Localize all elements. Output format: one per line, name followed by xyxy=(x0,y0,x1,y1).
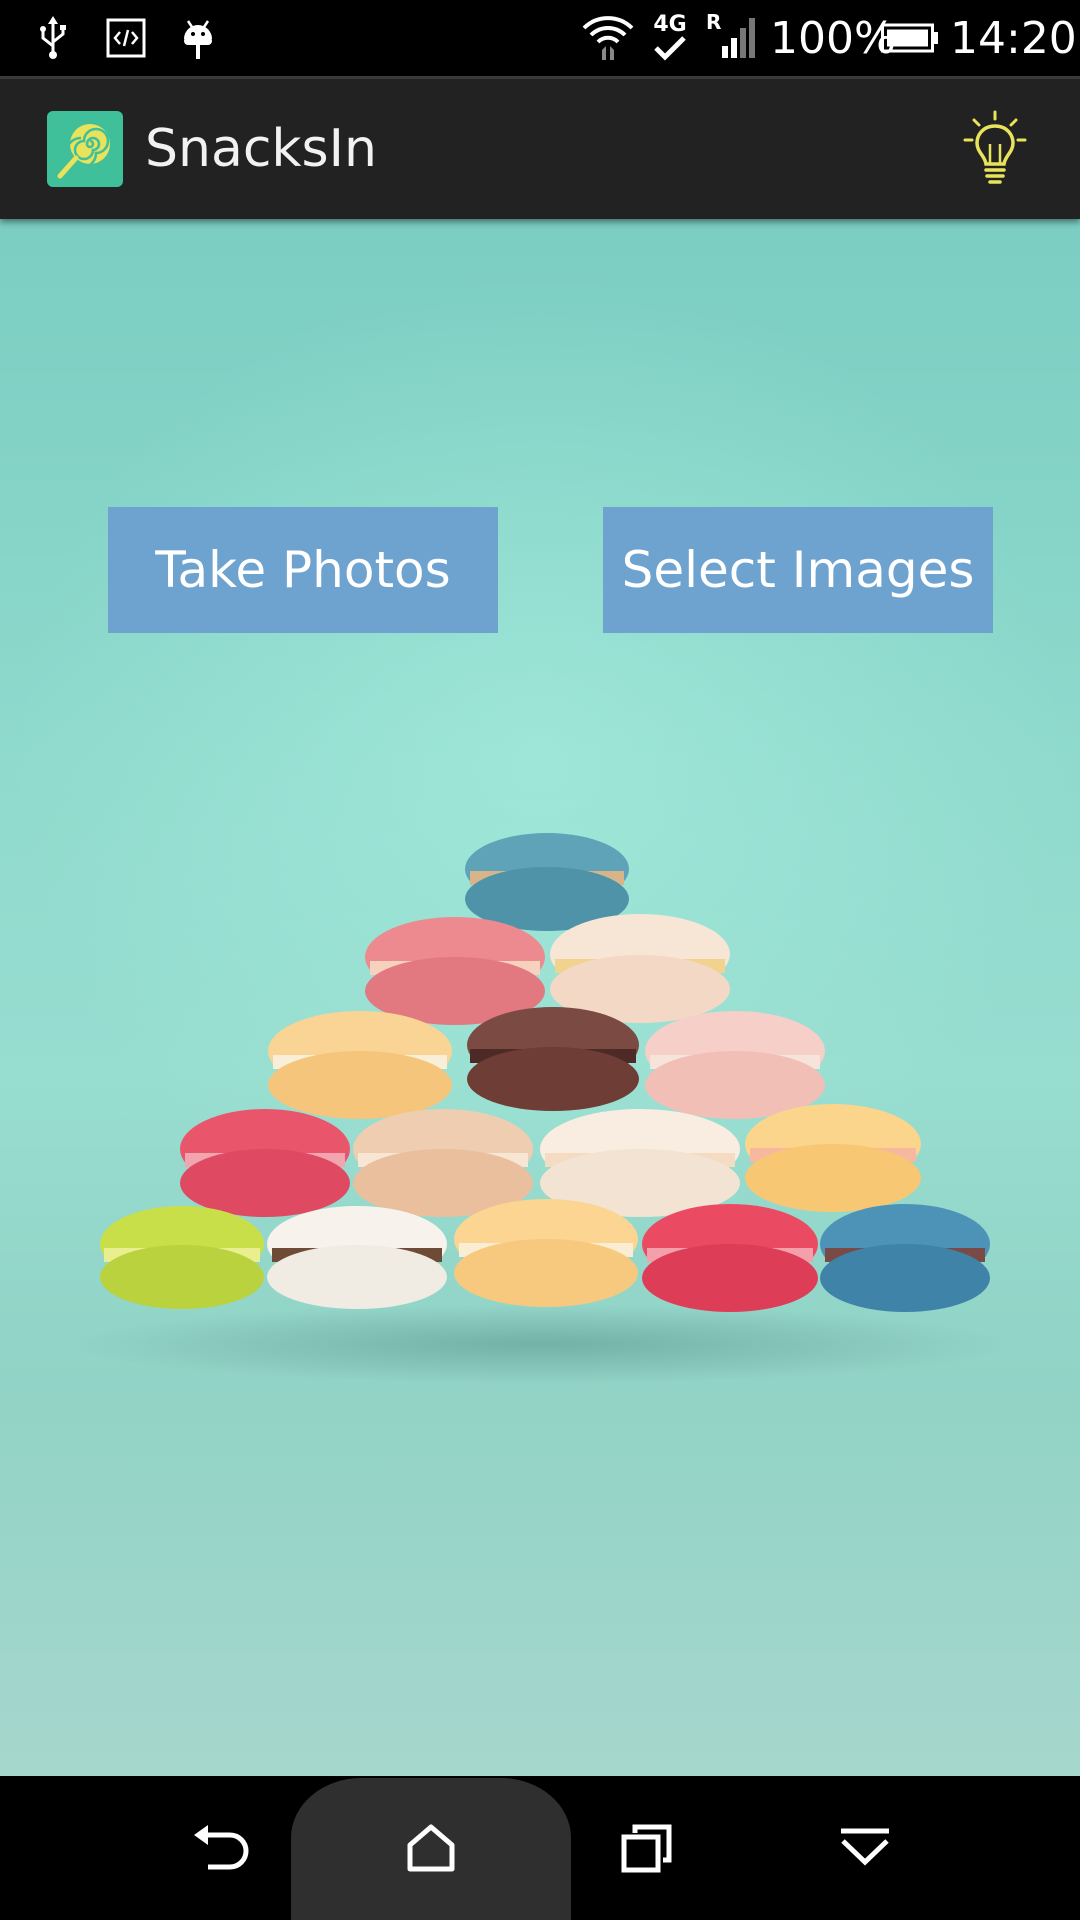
roaming-label: R xyxy=(706,10,722,34)
back-icon[interactable] xyxy=(170,1776,270,1920)
signal-roaming-icon: R xyxy=(704,10,758,66)
network-type-label: 4G xyxy=(653,12,687,37)
battery-percent: 100% xyxy=(770,12,896,64)
macarons-background-image xyxy=(70,833,1010,1384)
wifi-icon xyxy=(578,10,638,66)
clock: 14:20 xyxy=(950,12,1077,64)
usb-icon xyxy=(30,10,76,66)
status-bar: 4G R 100% 14:20 xyxy=(0,0,1080,76)
app-bar: SnacksIn xyxy=(0,76,1080,219)
battery-icon xyxy=(880,10,940,66)
navigation-bar xyxy=(0,1776,1080,1920)
recents-icon[interactable] xyxy=(597,1776,697,1920)
select-images-button[interactable]: Select Images xyxy=(603,507,993,633)
4g-icon: 4G xyxy=(648,10,692,66)
android-notification-icon xyxy=(176,10,220,66)
macaron xyxy=(465,833,629,931)
app-title: SnacksIn xyxy=(145,119,377,179)
home-icon[interactable] xyxy=(381,1776,481,1920)
hide-nav-icon[interactable] xyxy=(815,1776,915,1920)
main-content: Take Photos Select Images xyxy=(0,219,1080,1776)
debug-code-icon xyxy=(104,10,148,66)
lollipop-logo-icon xyxy=(47,111,123,187)
lightbulb-icon[interactable] xyxy=(955,109,1035,189)
take-photos-button[interactable]: Take Photos xyxy=(108,507,498,633)
